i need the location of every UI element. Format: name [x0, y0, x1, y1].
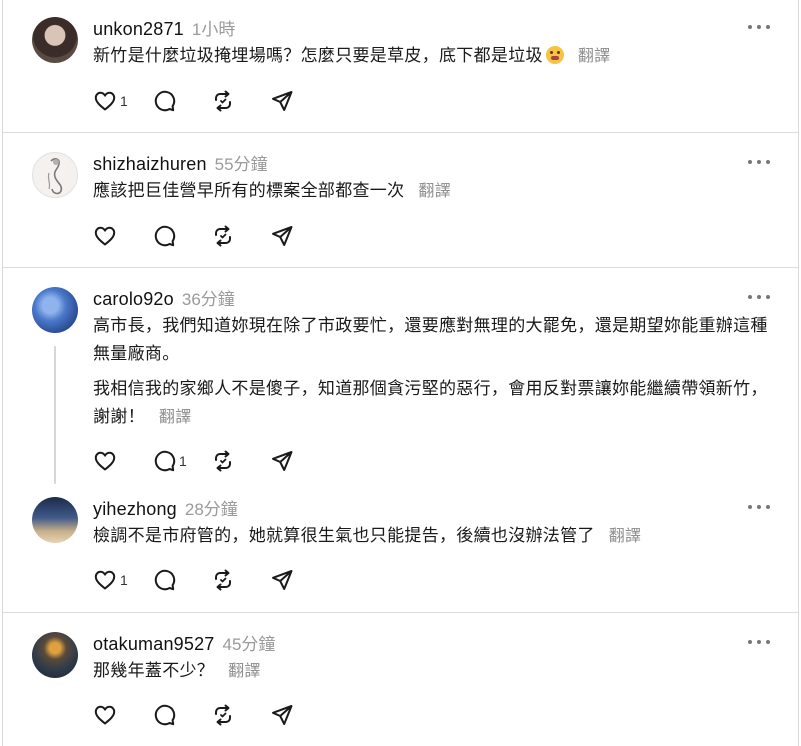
translate-link[interactable]: 翻譯 [609, 528, 642, 545]
timestamp[interactable]: 1小時 [192, 20, 235, 39]
timestamp[interactable]: 28分鐘 [185, 500, 238, 519]
reply-button[interactable] [152, 703, 187, 727]
action-bar [93, 223, 318, 249]
heart-icon [93, 568, 117, 592]
comment-header: shizhaizhuren 55分鐘 [93, 150, 268, 175]
repost-icon [211, 449, 235, 473]
share-button[interactable] [270, 568, 294, 592]
divider [3, 267, 798, 268]
more-icon[interactable] [748, 158, 770, 166]
comment-header: otakuman9527 45分鐘 [93, 630, 275, 655]
grimacing-face-icon [545, 46, 564, 64]
repost-button[interactable] [211, 89, 246, 113]
divider [3, 132, 798, 133]
repost-button[interactable] [211, 224, 246, 248]
more-icon[interactable] [748, 293, 770, 301]
comment-paragraph: 我相信我的家鄉人不是傻子，知道那個貪污堅的惡行，會用反對票讓妳能繼續帶領新竹，謝… [93, 379, 768, 426]
timestamp[interactable]: 55分鐘 [215, 155, 268, 174]
avatar[interactable] [32, 17, 78, 63]
action-bar: 1 [93, 448, 318, 474]
more-icon[interactable] [748, 503, 770, 511]
translate-link[interactable]: 翻譯 [228, 663, 261, 680]
send-icon [270, 568, 294, 592]
username[interactable]: yihezhong [93, 499, 177, 519]
action-bar: 1 [93, 567, 318, 593]
avatar[interactable] [32, 287, 78, 333]
reply-button[interactable] [152, 89, 187, 113]
comment-header: yihezhong 28分鐘 [93, 495, 238, 520]
comment-text: 檢調不是市府管的，她就算很生氣也只能提告，後續也沒辦法管了 翻譯 [93, 522, 783, 551]
heart-icon [93, 449, 117, 473]
heart-icon [93, 703, 117, 727]
translate-link[interactable]: 翻譯 [159, 409, 192, 426]
avatar[interactable] [32, 497, 78, 543]
comment-paragraph: 新竹是什麼垃圾掩埋場嗎？怎麼只要是草皮，底下都是垃圾 [93, 46, 543, 65]
thread-connector [54, 346, 56, 484]
repost-button[interactable] [211, 568, 246, 592]
send-icon [270, 89, 294, 113]
username[interactable]: otakuman9527 [93, 634, 215, 654]
avatar-illustration [47, 158, 63, 195]
repost-icon [211, 568, 235, 592]
translate-link[interactable]: 翻譯 [418, 183, 451, 200]
comment-text: 那幾年蓋不少？ 翻譯 [93, 657, 783, 686]
username[interactable]: unkon2871 [93, 19, 184, 39]
repost-icon [211, 703, 235, 727]
timestamp[interactable]: 45分鐘 [223, 635, 276, 654]
reply-count: 1 [179, 453, 187, 469]
like-button[interactable] [93, 449, 128, 473]
comment-paragraph: 那幾年蓋不少？ [93, 661, 215, 680]
like-count: 1 [120, 93, 128, 109]
like-button[interactable]: 1 [93, 89, 128, 113]
like-count: 1 [120, 572, 128, 588]
reply-button[interactable] [152, 568, 187, 592]
repost-button[interactable] [211, 703, 246, 727]
share-button[interactable] [270, 224, 294, 248]
comment-paragraph: 高市長，我們知道妳現在除了市政要忙，還要應對無理的大罷免，還是期望妳能重辦這種無… [93, 316, 768, 363]
like-button[interactable] [93, 224, 128, 248]
comment-text: 新竹是什麼垃圾掩埋場嗎？怎麼只要是草皮，底下都是垃圾 翻譯 [93, 42, 783, 71]
comment-icon [152, 89, 176, 113]
action-bar: 1 [93, 88, 318, 114]
heart-icon [93, 89, 117, 113]
share-button[interactable] [270, 449, 294, 473]
comment-icon [152, 703, 176, 727]
comment-text: 我相信我的家鄉人不是傻子，知道那個貪污堅的惡行，會用反對票讓妳能繼續帶領新竹，謝… [93, 375, 783, 432]
share-button[interactable] [270, 703, 294, 727]
reply-button[interactable]: 1 [152, 449, 187, 473]
action-bar [93, 702, 318, 728]
send-icon [270, 449, 294, 473]
reply-button[interactable] [152, 224, 187, 248]
timestamp[interactable]: 36分鐘 [182, 290, 235, 309]
repost-icon [211, 224, 235, 248]
comment-text: 高市長，我們知道妳現在除了市政要忙，還要應對無理的大罷免，還是期望妳能重辦這種無… [93, 312, 783, 368]
username[interactable]: shizhaizhuren [93, 154, 207, 174]
send-icon [270, 703, 294, 727]
avatar[interactable] [32, 632, 78, 678]
comment-icon [152, 449, 176, 473]
send-icon [270, 224, 294, 248]
comment-header: carolo92o 36分鐘 [93, 285, 235, 310]
heart-icon [93, 224, 117, 248]
repost-button[interactable] [211, 449, 246, 473]
like-button[interactable] [93, 703, 128, 727]
more-icon[interactable] [748, 638, 770, 646]
comment-text: 應該把巨佳營早所有的標案全部都查一次 翻譯 [93, 177, 783, 206]
comment-paragraph: 應該把巨佳營早所有的標案全部都查一次 [93, 181, 405, 200]
comment-header: unkon2871 1小時 [93, 15, 235, 40]
more-icon[interactable] [748, 23, 770, 31]
translate-link[interactable]: 翻譯 [578, 48, 611, 65]
divider [3, 612, 798, 613]
username[interactable]: carolo92o [93, 289, 174, 309]
repost-icon [211, 89, 235, 113]
comment-icon [152, 568, 176, 592]
like-button[interactable]: 1 [93, 568, 128, 592]
comment-paragraph: 檢調不是市府管的，她就算很生氣也只能提告，後續也沒辦法管了 [93, 526, 595, 545]
comment-icon [152, 224, 176, 248]
share-button[interactable] [270, 89, 294, 113]
avatar[interactable] [32, 152, 78, 198]
